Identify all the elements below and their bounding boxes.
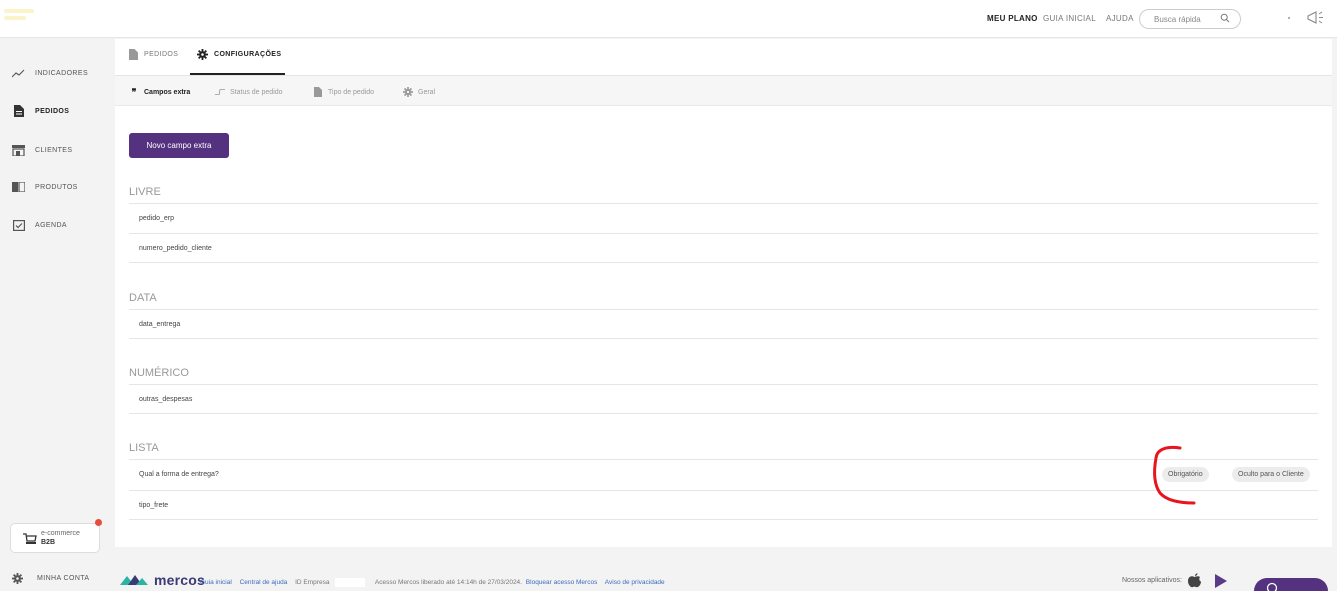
new-extra-field-button[interactable]: Novo campo extra <box>129 133 229 158</box>
gear-icon <box>12 573 23 584</box>
acesso-text: Acesso Mercos liberado até 14:14h de 27/… <box>374 579 522 587</box>
active-tab-indicator <box>190 73 285 75</box>
tab-configuracoes[interactable]: CONFIGURAÇÕES <box>197 49 281 60</box>
status-flow-icon <box>215 87 225 97</box>
search-icon[interactable] <box>1220 13 1230 23</box>
section-title-livre: LIVRE <box>129 186 161 198</box>
footer-links: Guia inicial Central de ajuda ID Empresa… <box>200 578 671 587</box>
book-icon <box>12 181 25 194</box>
section-title-data: DATA <box>129 292 157 304</box>
list-item[interactable]: numero_pedido_cliente <box>129 233 1318 263</box>
secondary-tabs: ❞ Campos extra Status de pedido Tipo de … <box>115 76 1332 106</box>
apps-label: Nossos aplicativos: <box>1122 577 1182 584</box>
bloquear-acesso-link[interactable]: Bloquear acesso Mercos <box>526 579 598 586</box>
mercos-logo[interactable]: mercos <box>119 572 205 588</box>
field-name: Qual a forma de entrega? <box>139 471 219 478</box>
meu-plano-link[interactable]: MEU PLANO <box>987 14 1038 23</box>
list-item[interactable]: Qual a forma de entrega? Obrigatório Ocu… <box>129 459 1318 489</box>
section-title-lista: LISTA <box>129 442 159 454</box>
tab-geral[interactable]: Geral <box>403 87 435 97</box>
list-item[interactable]: pedido_erp <box>129 203 1318 233</box>
chat-help-button[interactable] <box>1254 578 1328 591</box>
tab-pedidos[interactable]: PEDIDOS <box>129 49 178 60</box>
sidebar-item-label: AGENDA <box>35 221 67 229</box>
mercos-wordmark: mercos <box>154 572 206 588</box>
tag-obrigatorio: Obrigatório <box>1162 467 1209 482</box>
aviso-privacidade-link[interactable]: Aviso de privacidade <box>605 579 665 586</box>
trend-line-icon <box>12 67 25 80</box>
apple-icon[interactable] <box>1187 573 1201 588</box>
quote-icon: ❞ <box>131 86 137 97</box>
sidebar: INDICADORES PEDIDOS CLIENTES PRODUTOS AG… <box>0 39 115 591</box>
divider-dot <box>1288 17 1290 19</box>
store-icon <box>12 144 25 157</box>
gear-icon <box>197 49 208 60</box>
minha-conta-label: MINHA CONTA <box>37 575 90 582</box>
id-empresa-value <box>335 578 366 587</box>
field-name: pedido_erp <box>139 215 175 222</box>
guia-inicial-link[interactable]: GUIA INICIAL <box>1043 14 1096 23</box>
gear-icon <box>403 87 413 97</box>
tab-label: CONFIGURAÇÕES <box>214 51 282 58</box>
footer: MINHA CONTA mercos Guia inicial Central … <box>0 547 1337 591</box>
cart-icon <box>23 533 37 544</box>
chat-icon <box>1266 582 1278 591</box>
ajuda-link[interactable]: AJUDA <box>1106 14 1134 23</box>
sidebar-item-clientes[interactable]: CLIENTES <box>12 141 72 159</box>
sidebar-item-indicadores[interactable]: INDICADORES <box>12 64 88 82</box>
tab-label: Tipo de pedido <box>328 88 375 96</box>
sidebar-item-label: PEDIDOS <box>35 107 70 115</box>
sidebar-item-agenda[interactable]: AGENDA <box>12 216 67 234</box>
field-name: numero_pedido_cliente <box>139 245 212 252</box>
ecommerce-label: e-commerce <box>41 530 80 537</box>
field-name: tipo_frete <box>139 502 169 509</box>
top-bar: MEU PLANO GUIA INICIAL AJUDA Busca rápid… <box>0 0 1337 38</box>
tag-oculto-para-cliente: Oculto para o Cliente <box>1232 467 1310 482</box>
document-icon <box>129 49 138 60</box>
sidebar-item-label: INDICADORES <box>35 69 89 77</box>
tab-label: Status de pedido <box>230 88 283 96</box>
field-name: outras_despesas <box>139 396 193 403</box>
sidebar-item-label: PRODUTOS <box>35 183 78 191</box>
brand-logo[interactable] <box>4 6 44 30</box>
tab-label: PEDIDOS <box>144 51 179 58</box>
document-icon <box>12 105 25 118</box>
apps-area: Nossos aplicativos: <box>1122 573 1227 588</box>
search-input[interactable]: Busca rápida <box>1154 15 1201 24</box>
sidebar-item-pedidos[interactable]: PEDIDOS <box>12 102 69 120</box>
section-title-numerico: NUMÉRICO <box>129 367 189 379</box>
minha-conta-link[interactable]: MINHA CONTA <box>12 573 90 584</box>
tab-tipo-de-pedido[interactable]: Tipo de pedido <box>313 87 374 97</box>
field-name: data_entrega <box>139 321 181 328</box>
b2b-label: B2B <box>41 539 56 546</box>
calendar-check-icon <box>12 219 25 232</box>
central-ajuda-link[interactable]: Central de ajuda <box>240 579 288 586</box>
sidebar-item-produtos[interactable]: PRODUTOS <box>12 178 78 196</box>
id-empresa-label: ID Empresa <box>295 579 330 587</box>
list-item[interactable]: outras_despesas <box>129 384 1318 414</box>
tab-status-de-pedido[interactable]: Status de pedido <box>215 87 283 97</box>
mercos-logo-icon <box>120 575 148 585</box>
primary-tabs: PEDIDOS CONFIGURAÇÕES <box>115 39 1332 76</box>
sidebar-item-label: CLIENTES <box>35 146 73 154</box>
list-item[interactable]: data_entrega <box>129 309 1318 339</box>
notification-badge <box>95 519 102 526</box>
google-play-icon[interactable] <box>1214 573 1227 588</box>
quick-search[interactable]: Busca rápida <box>1139 9 1241 29</box>
list-item[interactable]: tipo_frete <box>129 490 1318 520</box>
document-icon <box>313 87 323 97</box>
guia-inicial-footer-link[interactable]: Guia inicial <box>200 579 232 586</box>
main-panel: PEDIDOS CONFIGURAÇÕES ❞ Campos extra Sta… <box>115 39 1332 547</box>
tab-label: Geral <box>418 88 436 96</box>
tab-label: Campos extra <box>144 88 191 96</box>
tab-campos-extra[interactable]: ❞ Campos extra <box>129 86 191 97</box>
megaphone-icon[interactable] <box>1306 9 1326 27</box>
